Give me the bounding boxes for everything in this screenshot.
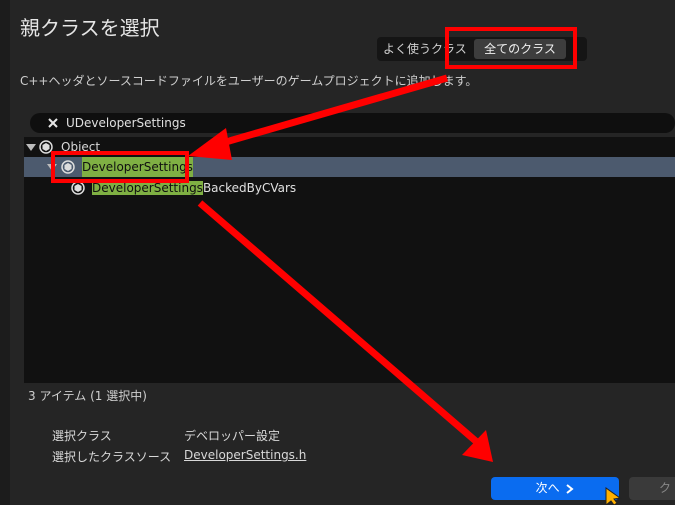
search-match-highlight: DeveloperSettings [82,157,193,177]
cancel-button[interactable]: ク [629,477,675,500]
common-classes-tab[interactable]: よく使うクラス [383,39,473,59]
tree-row-developer-settings-cvars[interactable]: DeveloperSettingsBackedByCVars [24,178,675,198]
dialog-description: C++ヘッダとソースコードファイルをユーザーのゲームプロジェクトに追加します。 [20,74,478,88]
tree-item-label: DeveloperSettingsBackedByCVars [92,178,296,198]
selected-source-label: 選択したクラスソース [52,450,172,464]
chevron-right-icon [566,483,575,494]
next-button[interactable]: 次へ [491,477,619,500]
class-icon [71,181,85,195]
tree-item-label: Object [61,140,101,154]
selected-source-link[interactable]: DeveloperSettings.h [184,448,306,462]
tree-row-developer-settings[interactable]: DeveloperSettings [24,157,675,177]
class-icon [39,140,53,154]
search-input[interactable]: UDeveloperSettings [66,115,186,131]
class-tree: Object DeveloperSettings DeveloperSettin… [24,137,675,383]
class-mode-toggle: よく使うクラス 全てのクラス [377,37,587,61]
all-classes-tab[interactable]: 全てのクラス [474,39,566,59]
close-icon[interactable] [46,116,60,130]
item-count: 3 アイテム (1 選択中) [28,389,147,403]
tree-item-label-rest: BackedByCVars [202,181,297,195]
expand-arrow-icon[interactable] [26,144,36,151]
class-search-box[interactable]: UDeveloperSettings [30,113,675,133]
search-match-highlight: DeveloperSettings [92,181,203,195]
parent-class-dialog: 親クラスを選択 よく使うクラス 全てのクラス C++ヘッダとソースコードファイル… [10,0,675,505]
tree-row-object[interactable]: Object [24,137,675,157]
next-button-label: 次へ [535,481,560,495]
dialog-title: 親クラスを選択 [20,16,160,40]
selected-class-label: 選択クラス [52,429,112,443]
expand-arrow-icon[interactable] [47,164,57,171]
class-icon [61,160,75,174]
selected-class-value: デベロッパー設定 [184,429,281,443]
